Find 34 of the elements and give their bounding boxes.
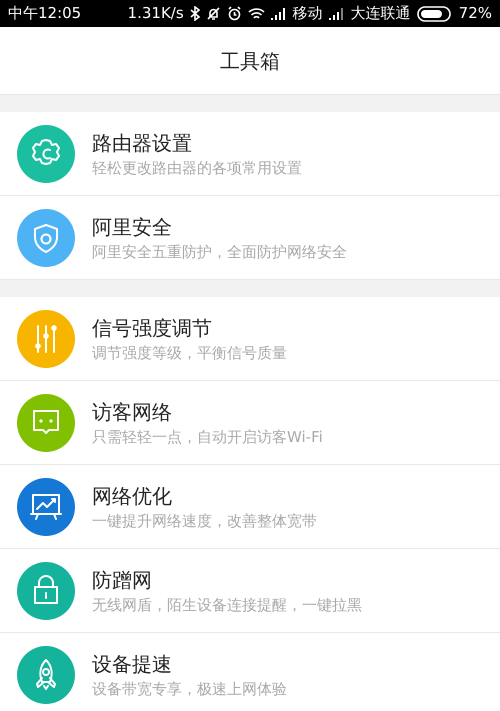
tool-description: 阿里安全五重防护，全面防护网络安全 [92,242,347,262]
network-speed: 1.31K/s [128,3,184,24]
bluetooth-icon [190,6,200,21]
battery-percent: 72% [458,3,492,24]
tool-row[interactable]: 设备提速 设备带宽专享，极速上网体验 [0,633,500,711]
tool-row[interactable]: 网络优化 一键提升网络速度，改善整体宽带 [0,465,500,549]
tool-description: 无线网盾，陌生设备连接提醒，一键拉黑 [92,594,362,616]
tool-row[interactable]: 路由器设置 轻松更改路由器的各项常用设置 [0,112,500,196]
tool-title: 设备提速 [92,650,173,678]
tool-title: 路由器设置 [92,130,193,156]
tool-row[interactable]: 阿里安全 阿里安全五重防护，全面防护网络安全 [0,196,500,280]
battery-icon [416,6,453,22]
wifi-icon [248,6,265,20]
carrier-name: 大连联通 [350,3,411,24]
alarm-icon [226,6,242,21]
muted-bell-icon [206,6,221,21]
tool-title: 网络优化 [92,482,173,510]
signal-icon [328,8,345,20]
tool-row[interactable]: 访客网络 只需轻轻一点，自动开启访客Wi-Fi [0,381,500,465]
tool-description: 调节强度等级，平衡信号质量 [92,342,287,364]
carrier-name: 移动 [292,3,323,24]
signal-icon [270,8,287,20]
tool-row[interactable]: 防蹭网 无线网盾，陌生设备连接提醒，一键拉黑 [0,549,500,633]
tool-title: 防蹭网 [92,566,153,594]
tool-row[interactable]: 信号强度调节 调节强度等级，平衡信号质量 [0,297,500,381]
tool-description: 设备带宽专享，极速上网体验 [92,678,287,700]
tool-description: 只需轻轻一点，自动开启访客Wi-Fi [92,426,323,448]
tool-title: 信号强度调节 [92,314,213,342]
tool-title: 阿里安全 [92,214,173,240]
status-time: 中午12:05 [8,3,82,24]
page-title: 工具箱 [220,48,280,74]
tool-title: 访客网络 [92,398,173,426]
tool-description: 轻松更改路由器的各项常用设置 [92,158,302,178]
tool-description: 一键提升网络速度，改善整体宽带 [92,510,317,532]
